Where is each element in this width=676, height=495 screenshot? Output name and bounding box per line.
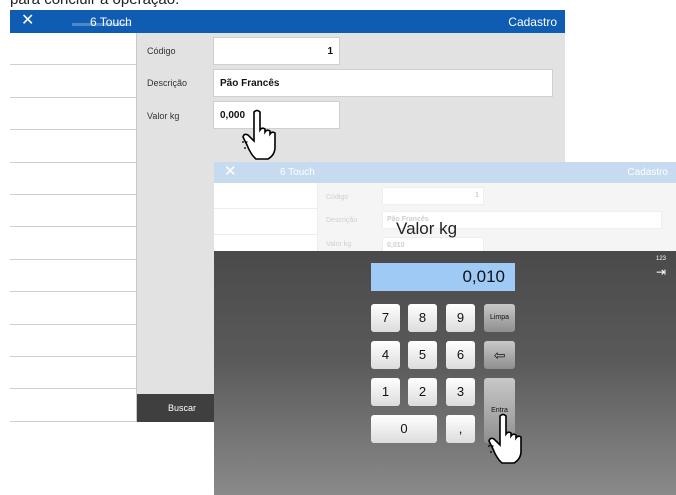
list-item[interactable]: [10, 389, 136, 422]
list-item[interactable]: [10, 163, 136, 195]
screen: para concluir a operação. ✕ 6 Touch Cada…: [0, 0, 676, 495]
key-3[interactable]: 3: [446, 378, 475, 406]
keyboard-toggle-glyph: ⇥: [655, 265, 667, 279]
app-title: 6 Touch: [280, 167, 315, 178]
title-bar: ✕ 6 Touch Cadastro: [10, 10, 565, 33]
close-icon[interactable]: ✕: [224, 163, 237, 181]
close-icon[interactable]: ✕: [21, 12, 34, 30]
key-1[interactable]: 1: [371, 378, 400, 406]
list-item[interactable]: [10, 227, 136, 260]
codigo-field: 1: [382, 187, 484, 205]
codigo-field[interactable]: 1: [213, 37, 340, 65]
dialog-title-bar: ✕ 6 Touch Cadastro: [214, 162, 676, 183]
key-4[interactable]: 4: [371, 341, 400, 369]
codigo-label: Código: [147, 46, 176, 56]
list-item[interactable]: [10, 98, 136, 131]
list-item[interactable]: [10, 357, 136, 390]
backspace-icon[interactable]: ⇦: [484, 341, 515, 369]
faded-form: Código 1 Descrição Pão Francês Valor kg …: [214, 183, 676, 255]
valor-kg-label: Valor kg: [147, 111, 180, 121]
list-item[interactable]: [10, 292, 136, 325]
key-0[interactable]: 0: [371, 415, 437, 443]
hand-pointer-icon: [488, 413, 522, 464]
value-display: 0,010: [371, 263, 515, 291]
instruction-caption: para concluir a operação.: [10, 0, 179, 8]
dialog-heading: Valor kg: [396, 219, 458, 238]
list-item: [214, 183, 317, 209]
list-item[interactable]: [10, 260, 136, 293]
keyboard-toggle-icon[interactable]: 123 ⇥: [650, 256, 672, 290]
screen-name: Cadastro: [508, 15, 557, 29]
key-2[interactable]: 2: [408, 378, 437, 406]
key-7[interactable]: 7: [371, 304, 400, 332]
hand-pointer-icon: [242, 109, 276, 160]
list-item[interactable]: [10, 130, 136, 163]
keypad-dialog: ✕ 6 Touch Cadastro Código 1 Descrição Pã…: [214, 162, 676, 495]
descricao-label: Descrição: [147, 78, 188, 88]
list-item: [214, 209, 317, 235]
descricao-label: Descrição: [326, 217, 358, 224]
record-list: [10, 33, 137, 422]
key-5[interactable]: 5: [408, 341, 437, 369]
list-item[interactable]: [10, 325, 136, 357]
app-title: 6 Touch: [90, 15, 132, 29]
record-list: [214, 183, 318, 251]
key-comma[interactable]: ,: [446, 415, 475, 443]
descricao-field[interactable]: Pão Francês: [213, 69, 553, 97]
key-8[interactable]: 8: [408, 304, 437, 332]
screen-name: Cadastro: [627, 167, 668, 178]
list-item[interactable]: [10, 33, 136, 66]
list-item[interactable]: [10, 65, 136, 98]
limpa-button[interactable]: Limpa: [484, 304, 515, 332]
key-6[interactable]: 6: [446, 341, 475, 369]
keyboard-mode-label: 123: [655, 256, 666, 262]
list-item[interactable]: [10, 195, 136, 228]
valor-kg-label: Valor kg: [326, 241, 352, 248]
key-9[interactable]: 9: [446, 304, 475, 332]
numeric-keypad: 0,010 7 8 9 Limpa 4 5 6 ⇦ 1 2 3 Entra 0 …: [214, 251, 676, 495]
codigo-label: Código: [326, 194, 349, 201]
